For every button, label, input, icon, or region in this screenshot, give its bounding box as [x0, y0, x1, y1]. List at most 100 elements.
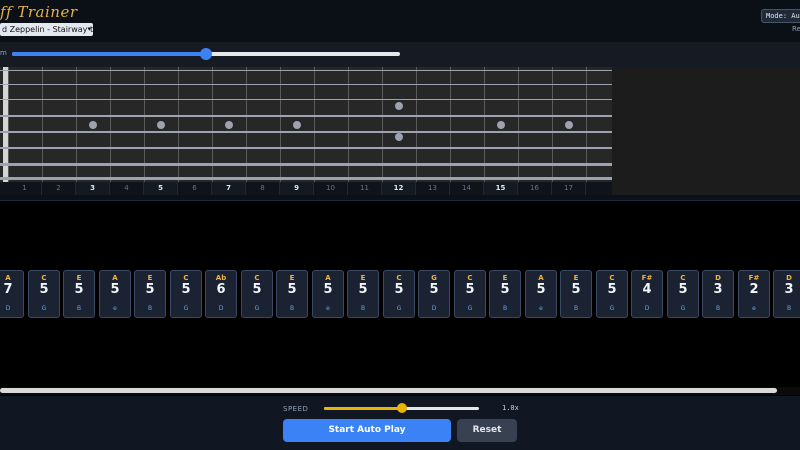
fretboard[interactable] — [0, 67, 612, 182]
tab-fret-number: 4 — [642, 282, 652, 297]
tab-string-name: G — [254, 305, 260, 312]
tab-fret-number: 5 — [323, 282, 333, 297]
fret-inlay-dot — [293, 121, 301, 129]
guitar-string — [0, 70, 612, 71]
tab-note-card[interactable]: E5 B — [276, 270, 308, 318]
tab-note-name: F# — [641, 274, 653, 282]
guitar-string — [0, 163, 612, 166]
fret-number: 2 — [42, 182, 76, 195]
tab-note-card[interactable]: A7 D — [0, 270, 24, 318]
tab-fret-number: 5 — [394, 282, 404, 297]
tab-note-name: C — [183, 274, 189, 282]
chevron-down-icon: ▾ — [87, 25, 91, 33]
tab-note-card[interactable]: C5 G — [454, 270, 486, 318]
fret-number: 1 — [8, 182, 42, 195]
fret-number: 13 — [416, 182, 450, 195]
tab-note-card[interactable]: E5 B — [560, 270, 592, 318]
tab-note-name: G — [431, 274, 437, 282]
tab-note-card[interactable]: A5 e — [525, 270, 557, 318]
tab-string-name: D — [5, 305, 11, 312]
tab-fret-number: 5 — [465, 282, 475, 297]
guitar-string — [0, 99, 612, 100]
tab-string-name: G — [609, 305, 615, 312]
tab-note-card[interactable]: D3 B — [773, 270, 800, 318]
tab-fret-number: 5 — [74, 282, 84, 297]
speed-slider-thumb[interactable] — [396, 403, 407, 413]
tab-note-card[interactable]: E5 B — [63, 270, 95, 318]
tab-note-name: E — [76, 274, 82, 282]
tab-note-name: C — [467, 274, 473, 282]
guitar-string — [0, 115, 612, 117]
tab-string-name: B — [786, 305, 792, 312]
fretboard-overflow-area — [612, 67, 800, 195]
tab-note-name: E — [360, 274, 366, 282]
tab-note-card[interactable]: F# 2 e — [738, 270, 770, 318]
fret-number: 8 — [246, 182, 280, 195]
tab-string-name: G — [396, 305, 402, 312]
fret-number: 5 — [144, 182, 178, 195]
fret-number: 3 — [76, 182, 110, 195]
tab-string-name: e — [539, 305, 543, 312]
speed-label: SPEED — [283, 405, 309, 413]
tab-note-card[interactable]: A5 e — [99, 270, 131, 318]
tab-note-name: A — [5, 274, 11, 282]
tab-note-card[interactable]: A5 e — [312, 270, 344, 318]
guitar-string — [0, 131, 612, 133]
song-select[interactable]: d Zeppelin - Stairway to He ▾ — [0, 23, 93, 36]
tab-note-card[interactable]: E5 B — [489, 270, 521, 318]
tab-fret-number: 5 — [287, 282, 297, 297]
tab-fret-number: 5 — [145, 282, 155, 297]
tab-note-card[interactable]: Ab 6 D — [205, 270, 237, 318]
tab-string-name: G — [41, 305, 47, 312]
tab-fret-number: 5 — [429, 282, 439, 297]
tab-note-card[interactable]: C5 G — [667, 270, 699, 318]
tab-note-card[interactable]: C5 G — [596, 270, 628, 318]
tab-fret-number: 3 — [713, 282, 723, 297]
start-auto-play-button[interactable]: Start Auto Play — [283, 419, 451, 442]
reset-link[interactable]: Re — [792, 25, 800, 33]
zoom-slider-fill — [12, 52, 206, 56]
tab-fret-number: 6 — [216, 282, 226, 297]
tab-note-name: C — [609, 274, 615, 282]
fret-inlay-dot — [225, 121, 233, 129]
fret-inlay-dot — [395, 102, 403, 110]
tab-string-name: e — [113, 305, 117, 312]
tab-note-name: D — [786, 274, 792, 282]
tab-note-card[interactable]: C5 G — [241, 270, 273, 318]
zoom-slider-thumb[interactable] — [200, 48, 212, 60]
tab-note-card[interactable]: C5 G — [383, 270, 415, 318]
guitar-string — [0, 147, 612, 149]
speed-slider[interactable] — [324, 403, 479, 413]
tab-strip-scrollbar[interactable] — [0, 387, 800, 395]
app-header: ff Trainer d Zeppelin - Stairway to He ▾… — [0, 0, 800, 42]
guitar-string — [0, 177, 612, 180]
tab-note-name: C — [254, 274, 260, 282]
tab-note-name: A — [538, 274, 544, 282]
tab-fret-number: 5 — [181, 282, 191, 297]
reset-button[interactable]: Reset — [457, 419, 517, 442]
tab-string-name: B — [147, 305, 153, 312]
tab-string-name: e — [752, 305, 756, 312]
tab-note-card[interactable]: G5 D — [418, 270, 450, 318]
tab-fret-number: 5 — [39, 282, 49, 297]
tab-note-name: C — [41, 274, 47, 282]
speed-slider-fill — [324, 407, 402, 410]
tab-string-name: D — [644, 305, 650, 312]
tab-note-name: F# — [748, 274, 760, 282]
zoom-slider[interactable] — [12, 48, 400, 60]
mode-button[interactable]: Mode: Auto — [761, 9, 800, 23]
tab-note-card[interactable]: C5 G — [170, 270, 202, 318]
scrollbar-thumb[interactable] — [0, 388, 777, 393]
tab-note-name: D — [715, 274, 721, 282]
tab-string-name: B — [289, 305, 295, 312]
tab-note-card[interactable]: F# 4 D — [631, 270, 663, 318]
playback-controls: SPEED 1.0x Start Auto Play Reset — [0, 396, 800, 450]
fret-inlay-dot — [565, 121, 573, 129]
tab-note-card[interactable]: D3 B — [702, 270, 734, 318]
tab-note-card[interactable]: C5 G — [28, 270, 60, 318]
fret-inlay-dot — [497, 121, 505, 129]
tab-note-card[interactable]: E5 B — [134, 270, 166, 318]
tab-note-card[interactable]: E5 B — [347, 270, 379, 318]
tab-fret-number: 5 — [500, 282, 510, 297]
fret-inlay-dot — [89, 121, 97, 129]
